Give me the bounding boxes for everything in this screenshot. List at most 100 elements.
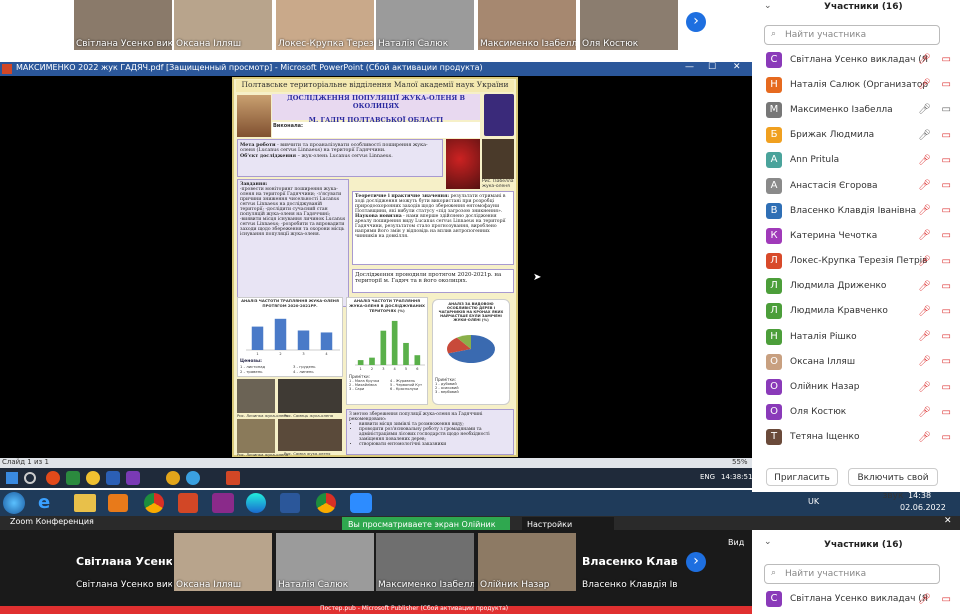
camera-off-icon[interactable]: ▭ <box>942 205 951 216</box>
video-tile[interactable]: Оля Костюк <box>580 0 678 50</box>
media-player-icon[interactable] <box>108 494 128 512</box>
mic-muted-icon[interactable]: 🎤︎ <box>918 256 931 267</box>
video-tile[interactable]: Максименко Ізабелла <box>376 533 474 591</box>
mic-muted-icon[interactable]: 🎤︎ <box>918 407 931 418</box>
edge-icon[interactable] <box>246 493 266 513</box>
participant-row[interactable]: Н Наталія Рішко 🎤︎ ▭ <box>752 324 960 349</box>
inner-app-6-icon[interactable] <box>166 471 180 485</box>
participant-row[interactable]: Н Наталія Салюк (Организатор) 🎤︎ ▭ <box>752 72 960 97</box>
zoom-close-icon[interactable]: ✕ <box>944 516 952 526</box>
video-tile[interactable]: Світлана Усенк... Світлана Усенко викл... <box>74 533 172 591</box>
explorer-icon[interactable] <box>74 494 96 512</box>
winrar-icon[interactable] <box>212 493 234 513</box>
collapse-chevron-icon[interactable]: ⌄ <box>764 537 772 547</box>
inner-app-7-icon[interactable] <box>186 471 200 485</box>
zoom-level[interactable]: 55% <box>732 458 748 466</box>
mic-muted-icon[interactable]: 🎤︎ <box>918 180 931 191</box>
participant-row-first[interactable]: С Світлана Усенко викладач (Я) 🎤︎ ▭ <box>752 587 960 611</box>
camera-off-icon[interactable]: ▭ <box>942 256 951 267</box>
inner-app-ppt-icon[interactable] <box>226 471 240 485</box>
participant-search-box-2[interactable]: ⌕ Найти участника <box>764 564 940 584</box>
mic-muted-icon[interactable]: 🎤︎ <box>918 306 931 317</box>
mic-muted-icon[interactable]: 🎤︎ <box>918 155 931 166</box>
camera-off-icon[interactable]: ▭ <box>942 54 951 65</box>
view-settings-button[interactable]: Настройки просмотра <box>522 517 614 543</box>
participant-row[interactable]: О Оксана Ілляш 🎤︎ ▭ <box>752 349 960 374</box>
inner-lang[interactable]: ENG <box>700 473 715 481</box>
participant-row[interactable]: А Анастасія Єгорова 🎤︎ ▭ <box>752 173 960 198</box>
ie-icon[interactable]: e <box>38 492 60 514</box>
participant-row[interactable]: В Власенко Клавдія Іванівна 🎤︎ ▭ <box>752 198 960 223</box>
mic-muted-icon[interactable]: 🎤︎ <box>918 79 931 90</box>
participant-row[interactable]: С Світлана Усенко викладач (Я) 🎤︎ ▭ <box>752 47 960 72</box>
minimize-icon[interactable]: — <box>685 62 694 72</box>
next-page-arrow-icon[interactable]: › <box>686 12 706 32</box>
chrome-icon[interactable] <box>144 493 164 513</box>
mic-muted-icon[interactable]: 🎤︎ <box>918 432 931 443</box>
camera-off-icon[interactable]: ▭ <box>942 407 951 418</box>
search-input[interactable]: Найти участника <box>785 30 866 40</box>
inner-app-5-icon[interactable] <box>126 471 140 485</box>
mic-muted-icon[interactable]: 🎤︎ <box>918 230 931 241</box>
participant-row[interactable]: Л Людмила Кравченко 🎤︎ ▭ <box>752 299 960 324</box>
participant-row[interactable]: К Катерина Чечотка 🎤︎ ▭ <box>752 223 960 248</box>
mic-icon[interactable]: 🎤︎ <box>918 104 931 115</box>
windows-start-icon[interactable] <box>3 492 25 514</box>
powerpoint-icon[interactable] <box>178 493 198 513</box>
video-tile[interactable]: Оксана Ілляш <box>174 0 272 50</box>
invite-button[interactable]: Пригласить <box>766 468 838 486</box>
camera-off-icon[interactable]: ▭ <box>942 230 951 241</box>
mic-muted-icon[interactable]: 🎤︎ <box>918 356 931 367</box>
video-tile[interactable]: Світлана Усенко викл... <box>74 0 172 50</box>
mic-muted-icon[interactable]: 🎤︎ <box>918 205 931 216</box>
camera-off-icon[interactable]: ▭ <box>942 331 951 342</box>
mic-muted-icon[interactable]: 🎤︎ <box>918 54 931 65</box>
outer-lang[interactable]: UK <box>808 497 819 506</box>
participant-row[interactable]: О Олійник Назар 🎤︎ ▭ <box>752 374 960 399</box>
video-tile[interactable]: Оксана Ілляш <box>174 533 272 591</box>
inner-app-4-icon[interactable] <box>106 471 120 485</box>
camera-icon[interactable]: ▭ <box>942 104 951 115</box>
video-tile[interactable]: Локес-Крупка Терезія... <box>276 0 374 50</box>
inner-app-3-icon[interactable] <box>86 471 100 485</box>
participant-row[interactable]: Т Тетяна Іщенко 🎤︎ ▭ <box>752 425 960 450</box>
video-tile[interactable]: Максименко Ізабелла <box>478 0 576 50</box>
camera-off-icon[interactable]: ▭ <box>942 306 951 317</box>
unmute-button[interactable]: Включить свой звук <box>848 468 938 501</box>
search-input-2[interactable]: Найти участника <box>785 569 866 579</box>
inner-start-icon[interactable] <box>6 472 18 484</box>
inner-app-2-icon[interactable] <box>66 471 80 485</box>
word-icon[interactable] <box>280 493 300 513</box>
camera-off-icon[interactable]: ▭ <box>942 155 951 166</box>
inner-app-1-icon[interactable] <box>46 471 60 485</box>
participant-row[interactable]: О Оля Костюк 🎤︎ ▭ <box>752 400 960 425</box>
zoom-app-icon[interactable] <box>350 493 372 513</box>
participant-row[interactable]: А Ann Pritula 🎤︎ ▭ <box>752 148 960 173</box>
participant-row[interactable]: Л Людмила Дриженко 🎤︎ ▭ <box>752 274 960 299</box>
view-label[interactable]: Вид <box>728 538 744 547</box>
participant-row[interactable]: М Максименко Ізабелла 🎤︎ ▭ <box>752 97 960 122</box>
inner-search-icon[interactable] <box>24 472 36 484</box>
close-icon[interactable]: ✕ <box>733 62 741 72</box>
mic-muted-icon[interactable]: 🎤︎ <box>918 594 931 605</box>
chrome-2-icon[interactable] <box>316 493 336 513</box>
camera-off-icon[interactable]: ▭ <box>942 382 951 393</box>
video-tile[interactable]: Наталія Салюк <box>276 533 374 591</box>
mic-muted-icon[interactable]: 🎤︎ <box>918 382 931 393</box>
camera-off-icon[interactable]: ▭ <box>942 281 951 292</box>
camera-off-icon[interactable]: ▭ <box>942 594 951 605</box>
participant-search-box[interactable]: ⌕ Найти участника <box>764 25 940 45</box>
camera-off-icon[interactable]: ▭ <box>942 79 951 90</box>
maximize-icon[interactable]: ☐ <box>708 62 716 72</box>
camera-off-icon[interactable]: ▭ <box>942 180 951 191</box>
next-page-arrow-icon[interactable]: › <box>686 552 706 572</box>
camera-off-icon[interactable]: ▭ <box>942 432 951 443</box>
participant-row[interactable]: Б Брижак Людмила 🎤︎ ▭ <box>752 123 960 148</box>
mic-muted-icon[interactable]: 🎤︎ <box>918 281 931 292</box>
video-tile[interactable]: Наталія Салюк <box>376 0 474 50</box>
video-tile[interactable]: Олійник Назар <box>478 533 576 591</box>
camera-off-icon[interactable]: ▭ <box>942 130 951 141</box>
collapse-chevron-icon[interactable]: ⌄ <box>764 1 772 11</box>
participant-row[interactable]: Л Локес-Крупка Терезія Петрівна 🎤︎ ▭ <box>752 249 960 274</box>
mic-muted-icon[interactable]: 🎤︎ <box>918 331 931 342</box>
